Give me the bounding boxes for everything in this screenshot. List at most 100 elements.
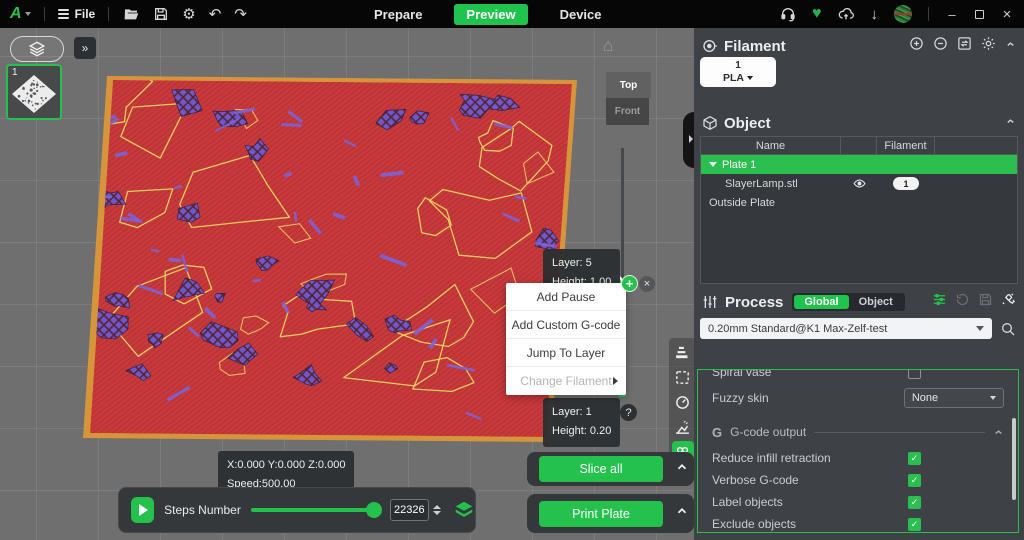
tab-preview[interactable]: Preview	[454, 4, 527, 25]
download-icon[interactable]: ↓	[871, 7, 879, 22]
sync-filament-icon[interactable]	[957, 36, 972, 56]
open-folder-icon[interactable]	[122, 6, 139, 23]
speed-gauge-icon[interactable]	[672, 391, 694, 413]
menu-item-change-filament[interactable]: Change Filament	[506, 367, 626, 395]
setting-row-verbose-gcode: Verbose G-code ✓	[698, 469, 1018, 491]
collapse-group-icon[interactable]	[993, 427, 1004, 438]
reduce-infill-retraction-checkbox[interactable]: ✓	[908, 452, 921, 465]
calibration-plug-icon[interactable]	[1001, 292, 1016, 312]
logo-dropdown-icon	[25, 12, 31, 16]
app-logo[interactable]: A	[10, 5, 31, 23]
tab-prepare[interactable]: Prepare	[362, 4, 434, 25]
add-layer-marker-button[interactable]: +	[621, 275, 638, 292]
process-tab-global[interactable]: Global	[794, 295, 848, 309]
remove-filament-icon[interactable]	[933, 36, 948, 56]
menu-item-add-custom-gcode[interactable]: Add Custom G-code	[506, 311, 626, 339]
plate-thumbnail-image	[8, 69, 60, 119]
support-headset-icon[interactable]	[779, 6, 796, 23]
filament-settings-gear-icon[interactable]	[981, 36, 996, 56]
play-button[interactable]	[131, 497, 154, 523]
save-icon[interactable]	[152, 6, 169, 23]
plate-thumbnail[interactable]: 1	[6, 64, 62, 120]
stepper-down-icon	[433, 511, 441, 515]
mode-tabs: Prepare Preview Device	[362, 0, 614, 28]
seam-painting-icon[interactable]	[672, 416, 694, 438]
object-row-outside-plate[interactable]: Outside Plate	[701, 193, 1017, 212]
undo-icon[interactable]: ↶	[209, 7, 222, 22]
steps-slider-knob[interactable]	[366, 502, 382, 518]
window-minimize-button[interactable]: –	[945, 7, 959, 22]
viewcube-top[interactable]: Top	[606, 72, 651, 98]
window-close-button[interactable]: ×	[1000, 6, 1014, 23]
selection-box-icon[interactable]	[672, 366, 694, 388]
layer-slider-track-upper[interactable]	[621, 148, 624, 283]
redo-icon[interactable]: ↷	[234, 7, 247, 22]
filament-dropdown-icon	[747, 76, 753, 80]
plate-list-toggle-button[interactable]	[10, 36, 64, 62]
layers-icon	[28, 40, 46, 58]
collapse-object-icon[interactable]	[1005, 114, 1016, 132]
fuzzy-skin-label: Fuzzy skin	[712, 391, 904, 405]
object-row-model[interactable]: SlayerLamp.stl 1	[701, 174, 1017, 193]
process-section: Process Global Object 0.20mm Standard@K1…	[694, 284, 1024, 339]
object-title: Object	[724, 115, 771, 132]
object-table: Name Filament Plate 1 SlayerLamp.stl 1	[700, 136, 1018, 284]
print-plate-button[interactable]: Print Plate	[539, 501, 663, 527]
viewcube-front[interactable]: Front	[606, 98, 649, 125]
parameter-table-icon[interactable]	[932, 292, 947, 312]
close-marker-button[interactable]: ×	[639, 276, 655, 292]
label-objects-checkbox[interactable]: ✓	[908, 496, 921, 509]
help-button[interactable]: ?	[620, 404, 637, 421]
steps-stepper[interactable]	[433, 505, 441, 515]
tree-expand-icon	[709, 162, 717, 167]
print-options-button[interactable]	[675, 504, 689, 523]
column-filament: Filament	[877, 137, 935, 154]
cloud-upload-icon[interactable]	[838, 6, 855, 23]
setting-row-exclude-objects: Exclude objects ✓	[698, 513, 1018, 533]
visibility-eye-icon[interactable]	[841, 177, 877, 190]
divider	[928, 7, 929, 21]
fuzzy-skin-select[interactable]: None	[904, 388, 1004, 408]
save-preset-icon[interactable]	[978, 292, 993, 312]
layer-bottom-height: Height: 0.20	[552, 422, 611, 441]
exclude-objects-checkbox[interactable]: ✓	[908, 518, 921, 531]
top-bar: A File ⚙ ↶ ↷ Prepare Preview Device	[0, 0, 1024, 28]
object-row-plate-1[interactable]: Plate 1	[701, 155, 1017, 174]
steps-value-input[interactable]: 22326	[390, 499, 429, 521]
collapse-filament-icon[interactable]	[1005, 37, 1016, 55]
steps-slider[interactable]	[251, 508, 374, 512]
tab-device[interactable]: Device	[548, 4, 614, 25]
menu-item-jump-to-layer[interactable]: Jump To Layer	[506, 339, 626, 367]
favorites-heart-icon[interactable]: ♥	[812, 6, 822, 22]
user-avatar[interactable]	[894, 5, 912, 23]
home-view-icon[interactable]: ⌂	[603, 36, 613, 56]
preview-viewport[interactable]: » 1 ⌂ Top Front Layer: 5 Height: 1.00 Ad…	[0, 28, 694, 540]
search-settings-icon[interactable]	[1000, 321, 1016, 337]
submenu-arrow-icon	[613, 377, 618, 385]
panel-collapse-handle[interactable]	[683, 112, 694, 168]
window-restore-button[interactable]	[975, 10, 984, 19]
layer-bottom-tooltip: Layer: 1 Height: 0.20	[543, 398, 620, 447]
divider	[44, 7, 45, 21]
filament-slot-card[interactable]: 1 PLA	[700, 57, 776, 87]
layer-context-menu: Add Pause Add Custom G-code Jump To Laye…	[506, 283, 626, 395]
slice-options-button[interactable]	[675, 460, 689, 479]
process-tab-object[interactable]: Object	[849, 295, 903, 309]
expand-plates-button[interactable]: »	[74, 37, 96, 59]
reset-preset-icon[interactable]	[955, 292, 970, 312]
add-filament-icon[interactable]	[909, 36, 924, 56]
verbose-gcode-checkbox[interactable]: ✓	[908, 474, 921, 487]
row-filament-badge[interactable]: 1	[893, 177, 919, 190]
layers-range-icon[interactable]	[453, 499, 475, 521]
object-cube-icon	[702, 115, 718, 131]
settings-gear-icon[interactable]: ⚙	[182, 7, 195, 22]
spiral-vase-checkbox[interactable]	[908, 369, 921, 379]
line-type-legend-icon[interactable]	[672, 341, 694, 363]
slice-all-button[interactable]: Slice all	[539, 456, 663, 482]
gcode-output-group-header[interactable]: G G-code output	[698, 417, 1018, 447]
menu-item-add-pause[interactable]: Add Pause	[506, 283, 626, 311]
slice-action-group: Slice all	[527, 452, 694, 486]
process-preset-select[interactable]: 0.20mm Standard@K1 Max-Zelf-test	[700, 318, 992, 339]
file-menu[interactable]: File	[58, 7, 96, 21]
settings-scrollbar[interactable]	[1012, 418, 1016, 500]
